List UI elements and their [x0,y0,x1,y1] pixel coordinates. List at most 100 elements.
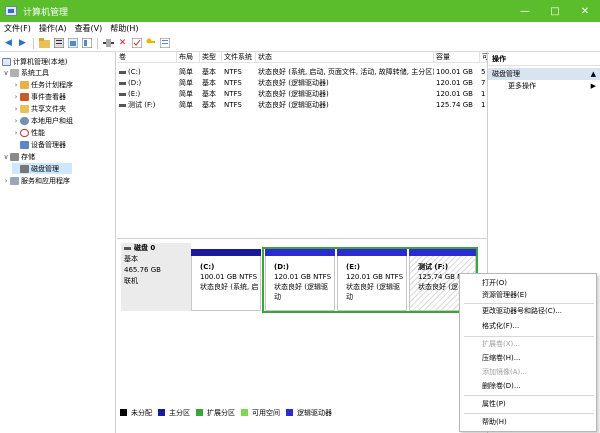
computer-management-icon [5,6,17,16]
logical-drive-bar [337,249,407,256]
minimize-button[interactable]: — [510,0,540,22]
computer-management-icon [2,57,11,66]
ctx-help[interactable]: 帮助(H) [482,417,507,428]
tree-item-services-apps[interactable]: › 服务和应用程序 [2,175,70,186]
tree-item-shared-folders[interactable]: › 共享文件夹 [12,103,66,114]
chevron-right-icon[interactable]: › [12,117,20,125]
column-header-volume[interactable]: 卷 [117,52,177,63]
up-folder-icon[interactable] [39,38,50,49]
cell-filesystem: NTFS [224,90,242,98]
cell-free: 7 [481,79,486,87]
close-button[interactable]: ✕ [570,0,600,22]
cell-type: 基本 [202,101,216,109]
partition-name: (E:) [346,263,360,271]
services-icon [10,176,19,185]
toolbar-separator [33,37,34,49]
help-icon[interactable] [67,38,78,49]
chevron-right-icon: ▶ [590,82,596,90]
disk-name: 磁盘 0 [134,244,156,252]
checklist-icon[interactable] [131,38,142,49]
cell-volume: (D:) [128,79,142,87]
tree-item-storage[interactable]: ∨ 存储 [2,151,35,162]
legend-extended: 扩展分区 [207,408,235,417]
actions-section-disk-management[interactable]: 磁盘管理 ▲ [488,68,600,80]
partition-status: 状态良好 (逻辑驱动 [346,283,400,301]
cell-volume: (C:) [128,68,141,76]
chevron-down-icon[interactable]: ∨ [2,153,10,161]
device-manager-icon [20,140,29,149]
column-header-layout[interactable]: 布局 [177,52,200,63]
tree-item-computer-management[interactable]: 计算机管理(本地) [2,56,67,67]
ctx-format[interactable]: 格式化(F)... [482,321,519,332]
cell-free: 5 [481,68,486,76]
connect-icon[interactable] [103,38,114,49]
ctx-change-drive-letter[interactable]: 更改驱动器号和路径(C)... [482,306,562,317]
tree-item-disk-management[interactable]: 磁盘管理 [12,163,72,174]
tree-item-system-tools[interactable]: ∨ 系统工具 [2,67,49,78]
menu-help[interactable]: 帮助(H) [106,23,142,34]
view-icon[interactable] [81,38,92,49]
chevron-right-icon[interactable]: › [12,105,20,113]
partition-d[interactable]: (D:) 120.01 GB NTFS 状态良好 (逻辑驱动 [265,249,335,311]
menu-bar: 文件(F) 操作(A) 查看(V) 帮助(H) [0,22,600,35]
tree-item-performance[interactable]: › 性能 [12,127,45,138]
cell-layout: 简单 [179,68,193,76]
tree-item-event-viewer[interactable]: › 事件查看器 [12,91,66,102]
cell-capacity: 100.01 GB [436,68,473,76]
key-icon[interactable] [145,38,156,49]
cell-filesystem: NTFS [224,79,242,87]
partition-name: (D:) [274,263,290,271]
navigation-tree: 计算机管理(本地) ∨ 系统工具 › 任务计划程序 › 事件查看器 › 共享文件… [0,52,116,433]
cell-capacity: 125.74 GB [436,101,473,109]
partition-c[interactable]: (C:) 100.01 GB NTFS 状态良好 (系统, 启 [191,249,261,311]
cell-status: 状态良好 (逻辑驱动器) [258,101,329,109]
chevron-right-icon[interactable]: › [2,177,10,185]
legend-swatch-logical [286,409,293,416]
chevron-down-icon[interactable]: ∨ [2,69,10,77]
menu-file[interactable]: 文件(F) [0,23,35,34]
menu-view[interactable]: 查看(V) [71,23,107,34]
disk-status: 联机 [124,277,138,285]
cell-status: 状态良好 (系统, 启动, 页面文件, 活动, 故障转储, 主分区) [258,68,434,76]
more-actions-item[interactable]: 更多操作 ▶ [488,80,600,92]
tree-item-label: 计算机管理(本地) [13,57,68,66]
table-row[interactable]: (D:) 简单 基本 NTFS 状态良好 (逻辑驱动器) 120.01 GB 7 [117,78,487,89]
chevron-right-icon[interactable]: › [12,93,20,101]
ctx-delete-volume[interactable]: 删除卷(D)... [482,381,521,392]
ctx-explorer[interactable]: 资源管理器(E) [482,290,527,301]
delete-icon[interactable]: ✕ [117,38,128,49]
view-list-icon[interactable] [159,38,170,49]
actions-section-label: 磁盘管理 [492,70,520,78]
chevron-up-icon[interactable]: ▲ [591,68,596,80]
forward-arrow-icon[interactable]: ▶ [17,38,28,49]
legend-primary: 主分区 [169,408,190,417]
ctx-shrink-volume[interactable]: 压缩卷(H)... [482,353,520,364]
column-header-filesystem[interactable]: 文件系统 [222,52,256,63]
table-row[interactable]: (E:) 简单 基本 NTFS 状态良好 (逻辑驱动器) 120.01 GB 1 [117,89,487,100]
ctx-properties[interactable]: 属性(P) [482,399,506,410]
tree-item-local-users[interactable]: › 本地用户和组 [12,115,73,126]
tree-item-label: 设备管理器 [31,140,66,149]
tree-item-task-scheduler[interactable]: › 任务计划程序 [12,79,73,90]
column-header-free[interactable]: 可 [480,52,489,63]
back-arrow-icon[interactable]: ◀ [3,38,14,49]
chevron-right-icon[interactable]: › [12,81,20,89]
column-header-type[interactable]: 类型 [200,52,222,63]
cell-capacity: 120.01 GB [436,90,473,98]
disk-0-label[interactable]: 磁盘 0 基本 465.76 GB 联机 [121,243,191,311]
cell-layout: 简单 [179,79,193,87]
maximize-button[interactable]: □ [540,0,570,22]
menu-action[interactable]: 操作(A) [35,23,71,34]
cell-volume: 测试 (F:) [128,101,156,109]
chevron-right-icon[interactable]: › [12,129,20,137]
column-header-status[interactable]: 状态 [256,52,434,63]
tree-item-label: 性能 [31,128,45,137]
properties-icon[interactable] [53,38,64,49]
drive-icon [119,103,126,107]
table-row[interactable]: 测试 (F:) 简单 基本 NTFS 状态良好 (逻辑驱动器) 125.74 G… [117,100,487,111]
ctx-open[interactable]: 打开(O) [482,278,507,289]
table-row[interactable]: (C:) 简单 基本 NTFS 状态良好 (系统, 启动, 页面文件, 活动, … [117,67,487,78]
partition-e[interactable]: (E:) 120.01 GB NTFS 状态良好 (逻辑驱动 [337,249,407,311]
tree-item-device-manager[interactable]: 设备管理器 [12,139,66,150]
column-header-capacity[interactable]: 容量 [434,52,480,63]
